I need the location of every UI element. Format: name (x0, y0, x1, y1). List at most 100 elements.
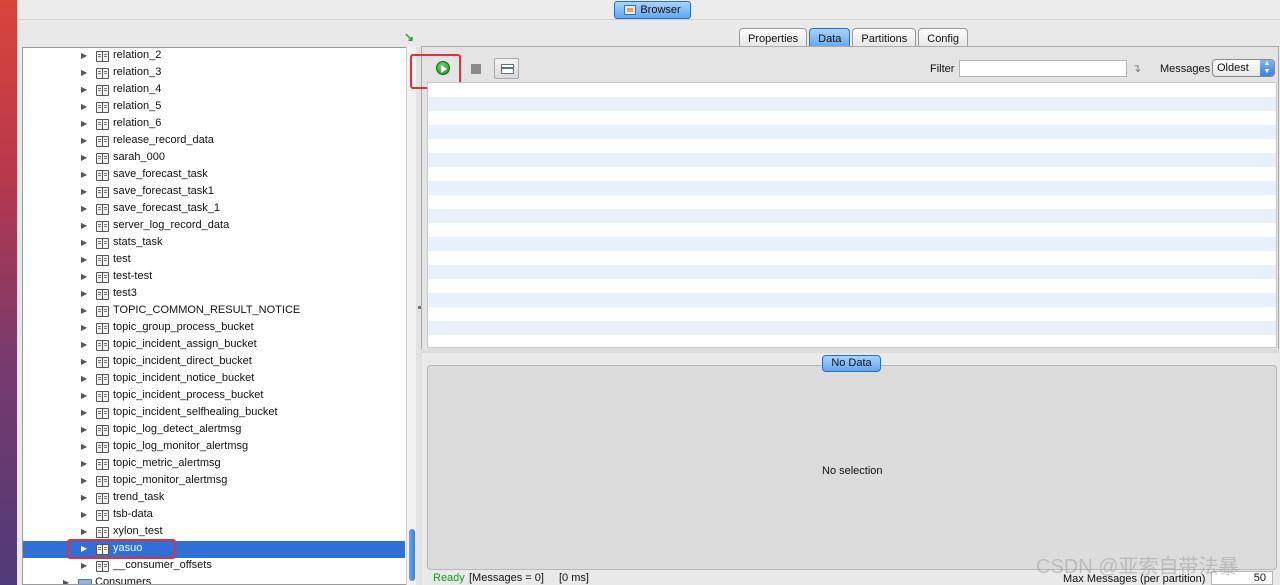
tree-item[interactable]: ▶ topic_incident_assign_bucket (23, 337, 405, 354)
expand-arrow-icon[interactable]: ▶ (81, 476, 87, 485)
expand-arrow-icon[interactable]: ▶ (81, 510, 87, 519)
messages-label: Messages (1160, 63, 1211, 75)
expand-arrow-icon[interactable]: ▶ (81, 204, 87, 213)
expand-arrow-icon[interactable]: ▶ (81, 306, 87, 315)
tab-config[interactable]: Config (918, 28, 969, 48)
expand-arrow-icon[interactable]: ▶ (81, 527, 87, 536)
expand-arrow-icon[interactable]: ▶ (63, 578, 69, 584)
tree-item[interactable]: ▶ __consumer_offsets (23, 558, 405, 575)
refresh-icon[interactable]: ↘ (404, 30, 414, 44)
expand-arrow-icon[interactable]: ▶ (81, 357, 87, 366)
expand-arrow-icon[interactable]: ▶ (81, 340, 87, 349)
filter-input[interactable] (959, 60, 1127, 77)
tree-item[interactable]: ▶ test (23, 252, 405, 269)
tree-item[interactable]: ▶ tsb-data (23, 507, 405, 524)
tree-item-label: topic_incident_process_bucket (113, 389, 264, 401)
messages-select[interactable]: Oldest ▲ ▼ (1212, 59, 1275, 77)
topic-tree[interactable]: ▶ relation_2 ▶ relation_3 ▶ relation_4 ▶ relati… (22, 47, 416, 585)
tree-item-label: topic_incident_assign_bucket (113, 338, 257, 350)
status-messages: [Messages = 0] (469, 572, 544, 584)
expand-arrow-icon[interactable]: ▶ (81, 408, 87, 417)
expand-arrow-icon[interactable]: ▶ (81, 119, 87, 128)
topic-book-icon (96, 119, 109, 130)
tree-item[interactable]: ▶ test-test (23, 269, 405, 286)
expand-arrow-icon[interactable]: ▶ (81, 170, 87, 179)
status-time: [0 ms] (559, 572, 589, 584)
tree-item[interactable]: ▶ topic_metric_alertmsg (23, 456, 405, 473)
tree-item[interactable]: ▶ relation_5 (23, 99, 405, 116)
tree-item[interactable]: ▶ test3 (23, 286, 405, 303)
expand-arrow-icon[interactable]: ▶ (81, 561, 87, 570)
tree-item[interactable]: ▶ topic_incident_direct_bucket (23, 354, 405, 371)
expand-arrow-icon[interactable]: ▶ (81, 238, 87, 247)
table-divider[interactable] (421, 349, 1279, 353)
tree-item[interactable]: ▶ relation_2 (23, 48, 405, 65)
expand-arrow-icon[interactable]: ▶ (81, 255, 87, 264)
tab-data[interactable]: Data (809, 28, 851, 48)
expand-arrow-icon[interactable]: ▶ (81, 272, 87, 281)
expand-arrow-icon[interactable]: ▶ (81, 459, 87, 468)
expand-arrow-icon[interactable]: ▶ (81, 221, 87, 230)
tree-item[interactable]: ▶ trend_task (23, 490, 405, 507)
tree-item-label: release_record_data (113, 134, 214, 146)
messages-table[interactable] (427, 82, 1277, 348)
tree-item[interactable]: ▶ TOPIC_COMMON_RESULT_NOTICE (23, 303, 405, 320)
filter-apply-icon[interactable]: ↴ (1132, 62, 1141, 75)
topic-book-icon (96, 425, 109, 436)
expand-arrow-icon[interactable]: ▶ (81, 102, 87, 111)
tree-item[interactable]: ▶ stats_task (23, 235, 405, 252)
expand-arrow-icon[interactable]: ▶ (81, 68, 87, 77)
tree-item[interactable]: ▶ relation_3 (23, 65, 405, 82)
tree-item[interactable]: ▶ topic_incident_process_bucket (23, 388, 405, 405)
tree-item-label: relation_2 (113, 49, 162, 61)
tree-item[interactable]: ▶ topic_incident_selfhealing_bucket (23, 405, 405, 422)
tree-item[interactable]: ▶ server_log_record_data (23, 218, 405, 235)
tree-item[interactable]: ▶ topic_monitor_alertmsg (23, 473, 405, 490)
folder-icon (78, 579, 92, 584)
no-data-badge: No Data (822, 355, 881, 372)
tree-item-label: test3 (113, 287, 137, 299)
tree-item[interactable]: ▶ release_record_data (23, 133, 405, 150)
tree-item-label: relation_6 (113, 117, 162, 129)
topic-book-icon (96, 170, 109, 181)
tree-item[interactable]: ▶ topic_log_monitor_alertmsg (23, 439, 405, 456)
tab-properties[interactable]: Properties (739, 28, 808, 48)
tree-item-label: test-test (113, 270, 153, 282)
tree-item-label: topic_metric_alertmsg (113, 457, 221, 469)
tree-scrollbar-thumb[interactable] (409, 529, 415, 581)
tree-item-consumers[interactable]: ▶ Consumers (23, 575, 405, 584)
expand-arrow-icon[interactable]: ▶ (81, 51, 87, 60)
expand-arrow-icon[interactable]: ▶ (81, 289, 87, 298)
tree-item-label: xylon_test (113, 525, 163, 537)
browser-tab[interactable]: Browser (614, 1, 691, 19)
tree-item[interactable]: ▶ relation_4 (23, 82, 405, 99)
expand-arrow-icon[interactable]: ▶ (81, 374, 87, 383)
topic-book-icon (96, 187, 109, 198)
tree-item[interactable]: ▶ topic_group_process_bucket (23, 320, 405, 337)
expand-arrow-icon[interactable]: ▶ (81, 187, 87, 196)
layout-icon (501, 64, 514, 74)
expand-arrow-icon[interactable]: ▶ (81, 136, 87, 145)
stop-button[interactable] (471, 64, 481, 74)
expand-arrow-icon[interactable]: ▶ (81, 323, 87, 332)
tree-item[interactable]: ▶ save_forecast_task1 (23, 184, 405, 201)
topic-book-icon (96, 102, 109, 113)
expand-arrow-icon[interactable]: ▶ (81, 442, 87, 451)
topic-book-icon (96, 204, 109, 215)
tree-item[interactable]: ▶ save_forecast_task_1 (23, 201, 405, 218)
tree-item[interactable]: ▶ topic_log_detect_alertmsg (23, 422, 405, 439)
tab-partitions[interactable]: Partitions (852, 28, 917, 48)
tree-item-label: test (113, 253, 131, 265)
tree-item[interactable]: ▶ topic_incident_notice_bucket (23, 371, 405, 388)
topic-book-icon (96, 272, 109, 283)
expand-arrow-icon[interactable]: ▶ (81, 391, 87, 400)
tree-item[interactable]: ▶ relation_6 (23, 116, 405, 133)
expand-arrow-icon[interactable]: ▶ (81, 425, 87, 434)
tree-scrollbar[interactable] (406, 47, 416, 585)
tree-item[interactable]: ▶ save_forecast_task (23, 167, 405, 184)
expand-arrow-icon[interactable]: ▶ (81, 85, 87, 94)
layout-toggle-button[interactable] (494, 58, 519, 79)
expand-arrow-icon[interactable]: ▶ (81, 153, 87, 162)
tree-item[interactable]: ▶ sarah_000 (23, 150, 405, 167)
expand-arrow-icon[interactable]: ▶ (81, 493, 87, 502)
